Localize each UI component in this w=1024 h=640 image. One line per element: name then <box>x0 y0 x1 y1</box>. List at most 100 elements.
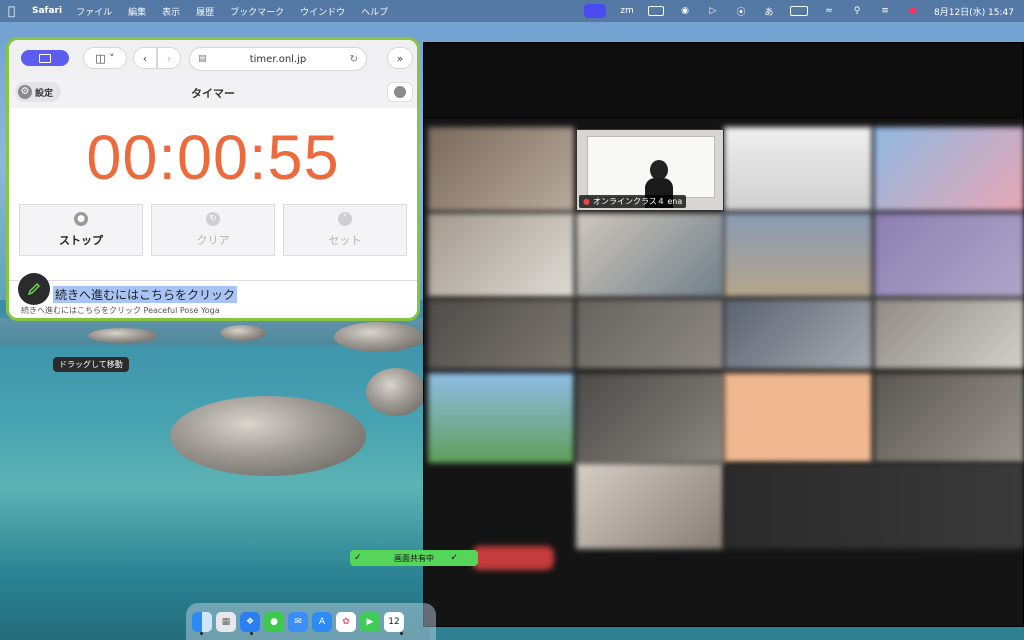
menu-bookmarks[interactable]: ブックマーク <box>230 5 284 18</box>
page-header: ⚙ 設定 タイマー <box>9 78 417 108</box>
drag-tooltip: ドラッグして移動 <box>53 357 129 372</box>
desktop-rock <box>334 322 424 352</box>
video-tile[interactable] <box>576 299 724 369</box>
mic-muted-icon: ● <box>583 197 590 206</box>
reload-icon[interactable]: ↻ <box>350 54 358 65</box>
sidebar-toggle-button[interactable]: ◫ ˅ <box>83 47 127 69</box>
dock-running-dot <box>250 632 253 635</box>
record-icon[interactable]: ◉ <box>678 5 692 17</box>
video-tile[interactable] <box>874 213 1024 297</box>
screen-share-indicator[interactable] <box>21 50 69 66</box>
messages-icon[interactable]: ● <box>264 611 284 632</box>
clear-button[interactable]: ↻ クリア <box>151 204 275 256</box>
menu-edit[interactable]: 編集 <box>128 5 146 18</box>
video-tile[interactable] <box>874 373 1024 463</box>
desktop-rock-large <box>170 396 366 476</box>
play-icon[interactable]: ▷ <box>706 5 720 17</box>
window-status-icon[interactable] <box>648 6 664 16</box>
end-share-button-blurred[interactable] <box>472 546 554 570</box>
annotate-pencil-button[interactable] <box>18 273 50 305</box>
stop-icon: ● <box>74 212 88 226</box>
video-tile[interactable] <box>724 373 872 463</box>
menu-file[interactable]: ファイル <box>76 5 112 18</box>
video-tile[interactable] <box>724 127 872 211</box>
stop-button[interactable]: ● ストップ <box>19 204 143 256</box>
pin-icon: ✓ <box>354 553 362 563</box>
video-tile[interactable] <box>874 299 1024 369</box>
menu-window[interactable]: ウインドウ <box>300 5 345 18</box>
menu-button[interactable] <box>387 82 413 102</box>
launchpad-icon[interactable]: ▦ <box>216 611 236 632</box>
screen-sharing-bar[interactable]: ✓ 画面共有中 ✓ <box>350 550 478 566</box>
status-area: zm ◉ ▷ ⦿ あ ≈ ⚲ ≡ ● 8月12日(水) 15:47 <box>584 0 1014 22</box>
dock: ▦ ❖ ● ✉ A ✿ ▶ 12 <box>186 603 436 640</box>
back-button[interactable]: ‹ <box>133 47 157 69</box>
continue-link[interactable]: 続きへ進むにはこちらをクリック <box>53 286 238 303</box>
video-tile[interactable] <box>428 213 574 297</box>
finder-icon[interactable] <box>192 611 212 632</box>
calendar-icon[interactable]: 12 <box>384 611 404 632</box>
dock-running-dot <box>200 632 203 635</box>
video-tile[interactable] <box>724 299 872 369</box>
video-tile[interactable] <box>576 213 724 297</box>
chevron-down-icon: ˅ <box>338 212 352 226</box>
zoom-meeting-window: ● オンラインクラス４ ena <box>423 42 1024 627</box>
siri-icon[interactable]: ● <box>906 5 920 17</box>
timer-display: 00:00:55 <box>86 123 340 193</box>
menu-history[interactable]: 履歴 <box>196 5 214 18</box>
menu-help[interactable]: ヘルプ <box>361 5 388 18</box>
menu-icon <box>394 86 406 98</box>
broadcast-icon[interactable]: ⦿ <box>734 5 748 18</box>
more-toolbar-button[interactable]: » <box>387 47 413 69</box>
continue-link-caption[interactable]: 続きへ進むにはこちらをクリック Peaceful Pose Yoga <box>21 305 220 316</box>
mail-icon[interactable]: ✉ <box>288 611 308 632</box>
search-icon[interactable]: ⚲ <box>850 5 864 17</box>
facetime-icon[interactable]: ▶ <box>360 611 380 632</box>
screen-icon <box>39 53 51 63</box>
mic-icon: ✓ <box>450 553 458 563</box>
input-method-icon[interactable]: あ <box>762 5 776 18</box>
forward-button[interactable]: › <box>157 47 181 69</box>
safari-toolbar: ◫ ˅ ‹ › ▤ timer.onl.jp ↻ » <box>9 40 417 78</box>
set-label: セット <box>328 234 362 247</box>
address-bar[interactable]: ▤ timer.onl.jp ↻ <box>189 47 367 71</box>
menu-view[interactable]: 表示 <box>162 5 180 18</box>
active-speaker-tile[interactable]: ● オンラインクラス４ ena <box>576 129 724 211</box>
screen-sharing-label: 画面共有中 <box>394 553 434 563</box>
video-tile[interactable] <box>724 463 1024 549</box>
video-tile[interactable] <box>874 127 1024 211</box>
zoom-status-icon[interactable]: zm <box>620 5 634 17</box>
desktop-rock <box>220 325 266 341</box>
desktop-rock <box>88 328 158 343</box>
page-title: タイマー <box>191 87 235 100</box>
menu-clock[interactable]: 8月12日(水) 15:47 <box>934 5 1014 18</box>
control-center-icon[interactable]: ≡ <box>878 5 892 17</box>
safari-window: ◫ ˅ ‹ › ▤ timer.onl.jp ↻ » ⚙ 設定 タイマー 00:… <box>6 37 420 321</box>
safari-icon[interactable]: ❖ <box>240 611 260 632</box>
video-tile[interactable] <box>428 299 574 369</box>
url-text: timer.onl.jp <box>249 53 307 65</box>
video-tile[interactable] <box>428 127 574 211</box>
wifi-icon[interactable]: ≈ <box>822 5 836 17</box>
clear-label: クリア <box>196 234 230 247</box>
reset-icon: ↻ <box>206 212 220 226</box>
page-settings-icon[interactable]: ▤ <box>198 54 207 64</box>
video-tile[interactable] <box>576 373 724 463</box>
battery-icon[interactable] <box>790 6 808 16</box>
video-tile[interactable] <box>576 463 724 549</box>
zoom-top-bar <box>424 43 1023 119</box>
set-button[interactable]: ˅ セット <box>283 204 407 256</box>
photos-icon[interactable]: ✿ <box>336 611 356 632</box>
dock-running-dot <box>400 632 403 635</box>
participant-name-tag: ● オンラインクラス４ ena <box>579 195 687 208</box>
video-tile[interactable] <box>428 373 574 463</box>
apple-menu-icon[interactable]:  <box>8 4 22 18</box>
stop-label: ストップ <box>59 234 103 247</box>
menu-bar:  Safari ファイル 編集 表示 履歴 ブックマーク ウインドウ ヘルプ … <box>0 0 1024 22</box>
pencil-icon <box>27 283 40 296</box>
timer-panel: 00:00:55 ● ストップ ↻ クリア ˅ セット <box>9 108 417 280</box>
app-store-icon[interactable]: A <box>312 611 332 632</box>
video-tile[interactable] <box>724 213 872 297</box>
menu-app-name[interactable]: Safari <box>32 6 62 16</box>
screen-share-status-icon[interactable] <box>584 4 606 18</box>
